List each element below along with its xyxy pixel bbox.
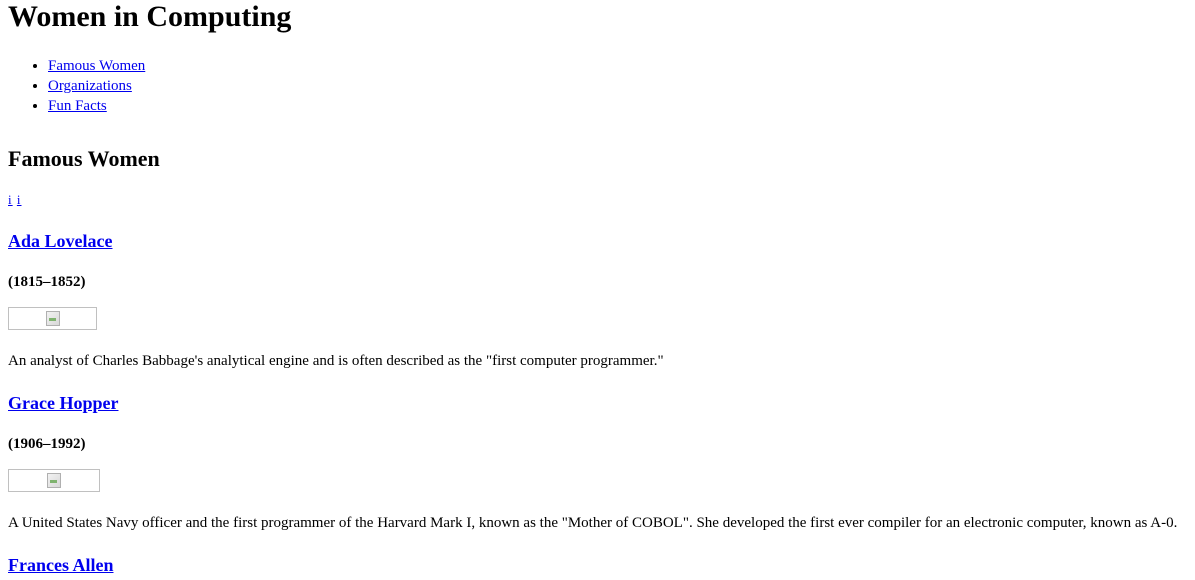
nav-link-famous-women[interactable]: Famous Women — [48, 58, 145, 74]
broken-image-icon — [47, 473, 61, 488]
carousel-next-control[interactable]: i — [17, 192, 22, 207]
person-image-grace-hopper — [8, 469, 100, 492]
carousel-prev-control[interactable]: i — [8, 192, 13, 207]
nav-link-organizations[interactable]: Organizations — [48, 78, 132, 94]
nav-item-organizations: Organizations — [48, 76, 1187, 96]
person-name-frances-allen: Frances Allen — [8, 554, 1187, 576]
page-title: Women in Computing — [8, 0, 292, 33]
person-description-grace-hopper: A United States Navy officer and the fir… — [8, 515, 1178, 531]
person-description-ada-lovelace: An analyst of Charles Babbage's analytic… — [8, 353, 664, 369]
broken-image-icon — [46, 311, 60, 326]
nav-list: Famous Women Organizations Fun Facts — [8, 56, 1187, 116]
person-link-grace-hopper[interactable]: Grace Hopper — [8, 393, 118, 413]
nav-item-famous-women: Famous Women — [48, 56, 1187, 76]
carousel-controls: i i — [8, 192, 1187, 208]
section-title: Famous Women — [8, 146, 160, 171]
nav-link-fun-facts[interactable]: Fun Facts — [48, 98, 107, 114]
person-link-frances-allen[interactable]: Frances Allen — [8, 555, 114, 575]
person-years-ada-lovelace: (1815–1852) — [8, 274, 86, 290]
person-name-ada-lovelace: Ada Lovelace — [8, 230, 1187, 252]
person-name-grace-hopper: Grace Hopper — [8, 392, 1187, 414]
page: Women in Computing Famous Women Organiza… — [0, 0, 1195, 576]
nav-item-fun-facts: Fun Facts — [48, 96, 1187, 116]
person-image-ada-lovelace — [8, 307, 97, 330]
person-years-grace-hopper: (1906–1992) — [8, 436, 86, 452]
person-link-ada-lovelace[interactable]: Ada Lovelace — [8, 231, 112, 251]
